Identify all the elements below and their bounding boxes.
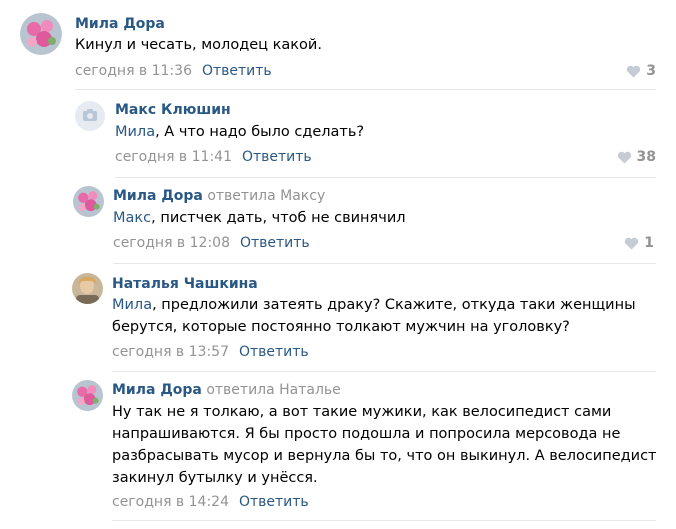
avatar[interactable]: [20, 13, 62, 55]
mention-link[interactable]: Мила: [112, 297, 152, 313]
flowers-avatar-icon: [72, 380, 103, 411]
divider: [115, 177, 656, 178]
like-count: 1: [644, 235, 654, 251]
reply-button[interactable]: Ответить: [202, 63, 272, 79]
camera-placeholder-avatar-icon: [75, 101, 105, 131]
heart-icon: [617, 151, 631, 164]
comment-author[interactable]: Макс Клюшин: [115, 102, 231, 118]
like-button[interactable]: 1: [624, 234, 654, 252]
flowers-avatar-icon: [73, 186, 104, 217]
like-button[interactable]: 38: [617, 148, 656, 166]
comment-header: Мила Дора ответила Наталье: [112, 381, 341, 399]
mention-link[interactable]: Мила: [115, 124, 155, 140]
comment-author[interactable]: Мила Дора: [113, 188, 203, 204]
comment-meta: сегодня в 13:57 Ответить: [112, 343, 309, 361]
heart-icon: [627, 65, 641, 78]
replied-to-link[interactable]: ответила Максу: [207, 188, 325, 204]
like-count: 3: [646, 63, 656, 79]
divider: [113, 263, 656, 264]
comment-header: Макс Клюшин: [115, 101, 231, 119]
comment-author[interactable]: Мила Дора: [75, 16, 165, 32]
divider: [112, 520, 656, 521]
comment-text: Мила, А что надо было сделать?: [115, 124, 365, 140]
reply-button[interactable]: Ответить: [242, 149, 312, 165]
comment-text: Мила, предложили затеять драку? Скажите,…: [112, 297, 636, 335]
flowers-avatar-icon: [20, 13, 62, 55]
avatar[interactable]: [75, 101, 105, 131]
mention-link[interactable]: Макс: [113, 210, 151, 226]
photo-avatar-icon: [72, 273, 103, 304]
comment-date[interactable]: сегодня в 11:36: [75, 63, 192, 79]
avatar[interactable]: [72, 380, 103, 411]
comment-date[interactable]: сегодня в 13:57: [112, 344, 229, 360]
comment-date[interactable]: сегодня в 12:08: [113, 235, 230, 251]
comment-header: Мила Дора ответила Максу: [113, 187, 325, 205]
avatar[interactable]: [72, 273, 103, 304]
comment-date[interactable]: сегодня в 14:24: [112, 494, 229, 510]
comment-meta: сегодня в 12:08 Ответить: [113, 234, 310, 252]
comment-header: Мила Дора: [75, 15, 165, 33]
reply-button[interactable]: Ответить: [239, 344, 309, 360]
comment-date[interactable]: сегодня в 11:41: [115, 149, 232, 165]
comment-text: Макс, пистчек дать, чтоб не свинячил: [113, 210, 406, 226]
reply-button[interactable]: Ответить: [240, 235, 310, 251]
comment-header: Наталья Чашкина: [112, 275, 258, 293]
comment-text: Ну так не я толкаю, а вот такие мужики, …: [112, 404, 657, 486]
comment-meta: сегодня в 11:41 Ответить: [115, 148, 312, 166]
like-count: 38: [636, 149, 656, 165]
comment-author[interactable]: Наталья Чашкина: [112, 276, 258, 292]
replied-to-link[interactable]: ответила Наталье: [206, 382, 340, 398]
comment-author[interactable]: Мила Дора: [112, 382, 202, 398]
reply-button[interactable]: Ответить: [239, 494, 309, 510]
comment-text: Кинул и чесать, молодец какой.: [75, 37, 322, 53]
avatar[interactable]: [73, 186, 104, 217]
divider: [112, 371, 656, 372]
comment-meta: сегодня в 11:36 Ответить: [75, 62, 272, 80]
heart-icon: [625, 237, 639, 250]
divider: [75, 89, 656, 90]
like-button[interactable]: 3: [626, 62, 656, 80]
comment-meta: сегодня в 14:24 Ответить: [112, 493, 309, 511]
